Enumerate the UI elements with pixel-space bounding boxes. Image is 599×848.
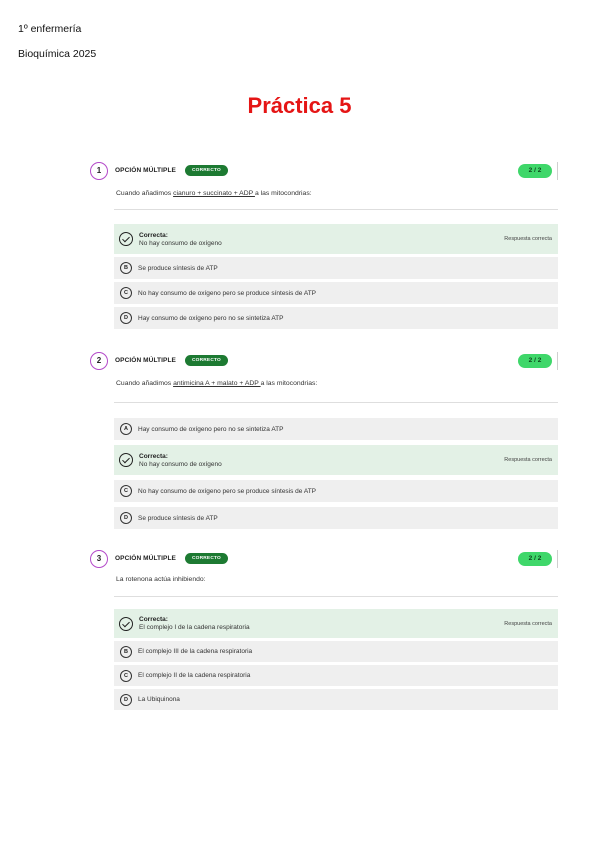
option-b[interactable]: B Se produce síntesis de ATP — [114, 257, 558, 279]
option-text: La Ubiquinona — [138, 696, 180, 703]
question-number: 2 — [90, 352, 108, 370]
question-1: 1 OPCIÓN MÚLTIPLE CORRECTO 2 / 2 Cuando … — [90, 162, 558, 332]
option-text: El complejo I de la cadena respiratoria — [139, 624, 250, 631]
prompt-text-end: a las mitocondrias: — [254, 190, 312, 197]
correct-answer-note: Respuesta correcta — [504, 620, 552, 627]
course-label: 1º enfermería — [18, 23, 82, 35]
option-letter-icon: D — [120, 693, 132, 706]
option-d[interactable]: D La Ubiquinona — [114, 689, 558, 710]
option-content: Correcta: No hay consumo de oxígeno — [139, 232, 222, 247]
option-letter-icon: C — [120, 287, 132, 299]
check-circle-icon — [119, 453, 133, 467]
divider — [557, 162, 558, 180]
divider — [557, 550, 558, 568]
option-text: No hay consumo de oxígeno pero se produc… — [138, 487, 317, 495]
question-header: 1 OPCIÓN MÚLTIPLE CORRECTO 2 / 2 — [90, 162, 558, 184]
option-content: Correcta: No hay consumo de oxígeno — [139, 453, 222, 468]
option-letter-icon: B — [120, 262, 132, 274]
status-badge: CORRECTO — [185, 355, 228, 366]
question-header: 3 OPCIÓN MÚLTIPLE CORRECTO 2 / 2 — [90, 550, 558, 572]
option-letter-icon: D — [120, 312, 132, 324]
correct-label: Correcta: — [139, 616, 168, 623]
status-badge: CORRECTO — [185, 165, 228, 176]
question-prompt: Cuando añadimos antimicina A + malato + … — [116, 380, 317, 387]
prompt-text-end: a las mitocondrias: — [260, 380, 318, 387]
question-3: 3 OPCIÓN MÚLTIPLE CORRECTO 2 / 2 La rote… — [90, 550, 558, 714]
page-title: Práctica 5 — [247, 93, 352, 118]
correct-label: Correcta: — [139, 452, 168, 460]
option-text: No hay consumo de oxígeno — [139, 239, 222, 247]
question-prompt: Cuando añadimos cianuro + succinato + AD… — [116, 190, 312, 197]
score-pill: 2 / 2 — [518, 354, 552, 368]
option-correct[interactable]: Correcta: El complejo I de la cadena res… — [114, 609, 558, 638]
question-2: 2 OPCIÓN MÚLTIPLE CORRECTO 2 / 2 Cuando … — [90, 352, 558, 534]
question-type: OPCIÓN MÚLTIPLE — [115, 555, 176, 562]
score-pill: 2 / 2 — [518, 552, 552, 566]
divider — [114, 209, 558, 210]
option-d[interactable]: D Hay consumo de oxígeno pero no se sint… — [114, 307, 558, 329]
question-number: 3 — [90, 550, 108, 568]
prompt-reagents: antimicina A + malato + ADP — [173, 380, 261, 387]
correct-answer-note: Respuesta correcta — [504, 457, 552, 463]
prompt-text: Cuando añadimos — [116, 190, 174, 197]
option-text: El complejo III de la cadena respiratori… — [138, 648, 253, 655]
prompt-text: Cuando añadimos — [116, 380, 174, 387]
option-a[interactable]: A Hay consumo de oxígeno pero no se sint… — [114, 418, 558, 440]
option-text: Se produce síntesis de ATP — [138, 264, 218, 272]
option-letter-icon: A — [120, 423, 132, 435]
option-b[interactable]: B El complejo III de la cadena respirato… — [114, 641, 558, 662]
question-type: OPCIÓN MÚLTIPLE — [115, 357, 176, 364]
prompt-reagents: cianuro + succinato + ADP — [173, 190, 255, 197]
option-correct[interactable]: Correcta: No hay consumo de oxígeno Resp… — [114, 224, 558, 254]
subject-label: Bioquímica 2025 — [18, 48, 97, 60]
question-header: 2 OPCIÓN MÚLTIPLE CORRECTO 2 / 2 — [90, 352, 558, 374]
option-text: Se produce síntesis de ATP — [138, 514, 218, 522]
option-content: Correcta: El complejo I de la cadena res… — [139, 616, 250, 631]
check-circle-icon — [119, 616, 133, 631]
option-text: Hay consumo de oxígeno pero no se sintet… — [138, 425, 284, 433]
score-pill: 2 / 2 — [518, 164, 552, 178]
question-type: OPCIÓN MÚLTIPLE — [115, 167, 176, 174]
option-c[interactable]: C No hay consumo de oxígeno pero se prod… — [114, 282, 558, 304]
question-prompt: La rotenona actúa inhibiendo: — [116, 576, 206, 583]
option-c[interactable]: C El complejo II de la cadena respirator… — [114, 665, 558, 686]
option-letter-icon: B — [120, 645, 132, 658]
option-text: No hay consumo de oxígeno pero se produc… — [138, 289, 317, 297]
divider — [557, 352, 558, 370]
option-letter-icon: C — [120, 669, 132, 682]
check-circle-icon — [119, 232, 133, 246]
option-text: No hay consumo de oxígeno — [139, 460, 222, 468]
option-letter-icon: C — [120, 485, 132, 497]
option-letter-icon: D — [120, 512, 132, 524]
correct-label: Correcta: — [139, 231, 168, 239]
status-badge: CORRECTO — [185, 553, 228, 564]
option-correct[interactable]: Correcta: No hay consumo de oxígeno Resp… — [114, 445, 558, 475]
divider — [114, 402, 558, 403]
option-d[interactable]: D Se produce síntesis de ATP — [114, 507, 558, 529]
divider — [114, 596, 558, 597]
correct-answer-note: Respuesta correcta — [504, 236, 552, 242]
option-text: El complejo II de la cadena respiratoria — [138, 672, 251, 679]
option-c[interactable]: C No hay consumo de oxígeno pero se prod… — [114, 480, 558, 502]
option-text: Hay consumo de oxígeno pero no se sintet… — [138, 314, 284, 322]
question-number: 1 — [90, 162, 108, 180]
